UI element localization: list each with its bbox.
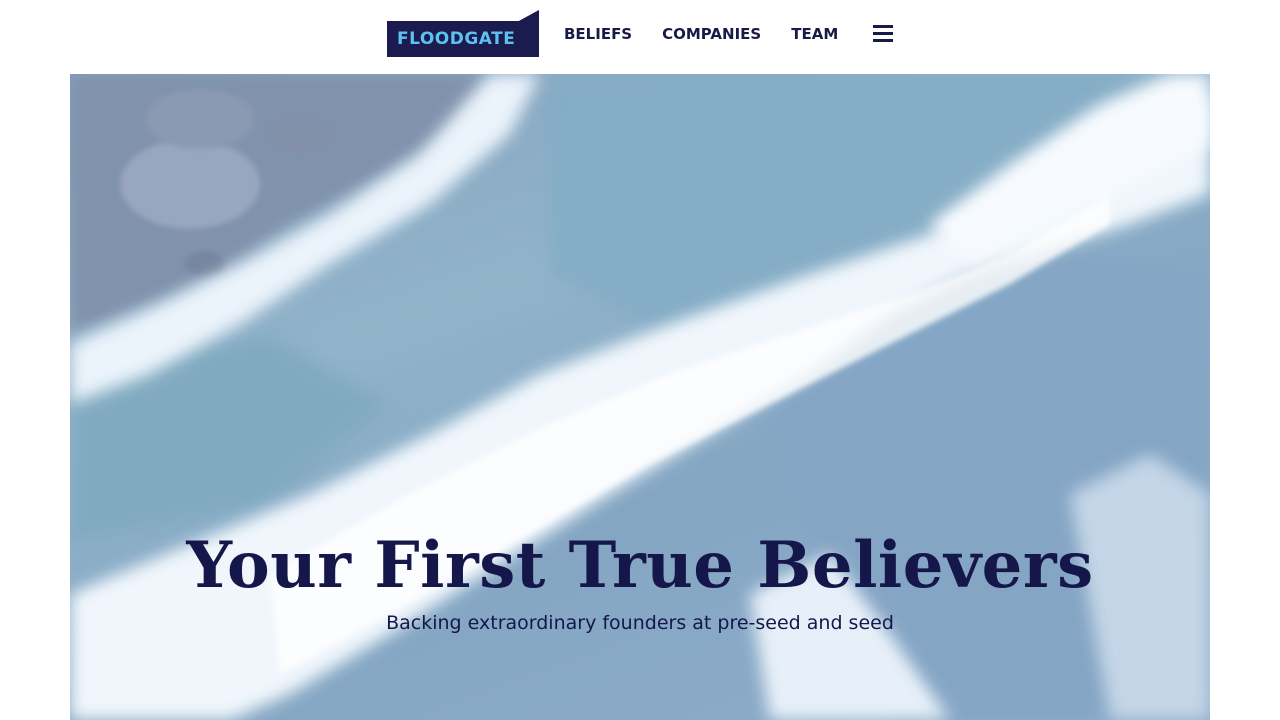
- logo-wordmark: FLOODGATE: [397, 29, 516, 49]
- site-header: FLOODGATE BELIEFS COMPANIES TEAM: [0, 0, 1280, 74]
- hamburger-menu-icon[interactable]: [873, 25, 893, 43]
- hero-title: Your First True Believers: [186, 528, 1094, 603]
- floodgate-logo[interactable]: FLOODGATE: [387, 10, 539, 57]
- main-nav: BELIEFS COMPANIES TEAM: [564, 24, 868, 44]
- nav-item-team[interactable]: TEAM: [791, 24, 838, 44]
- hero-section: Your First True Believers Backing extrao…: [70, 74, 1210, 720]
- nav-item-companies[interactable]: COMPANIES: [662, 24, 761, 44]
- hero-subtitle: Backing extraordinary founders at pre-se…: [386, 612, 894, 634]
- nav-item-beliefs[interactable]: BELIEFS: [564, 24, 632, 44]
